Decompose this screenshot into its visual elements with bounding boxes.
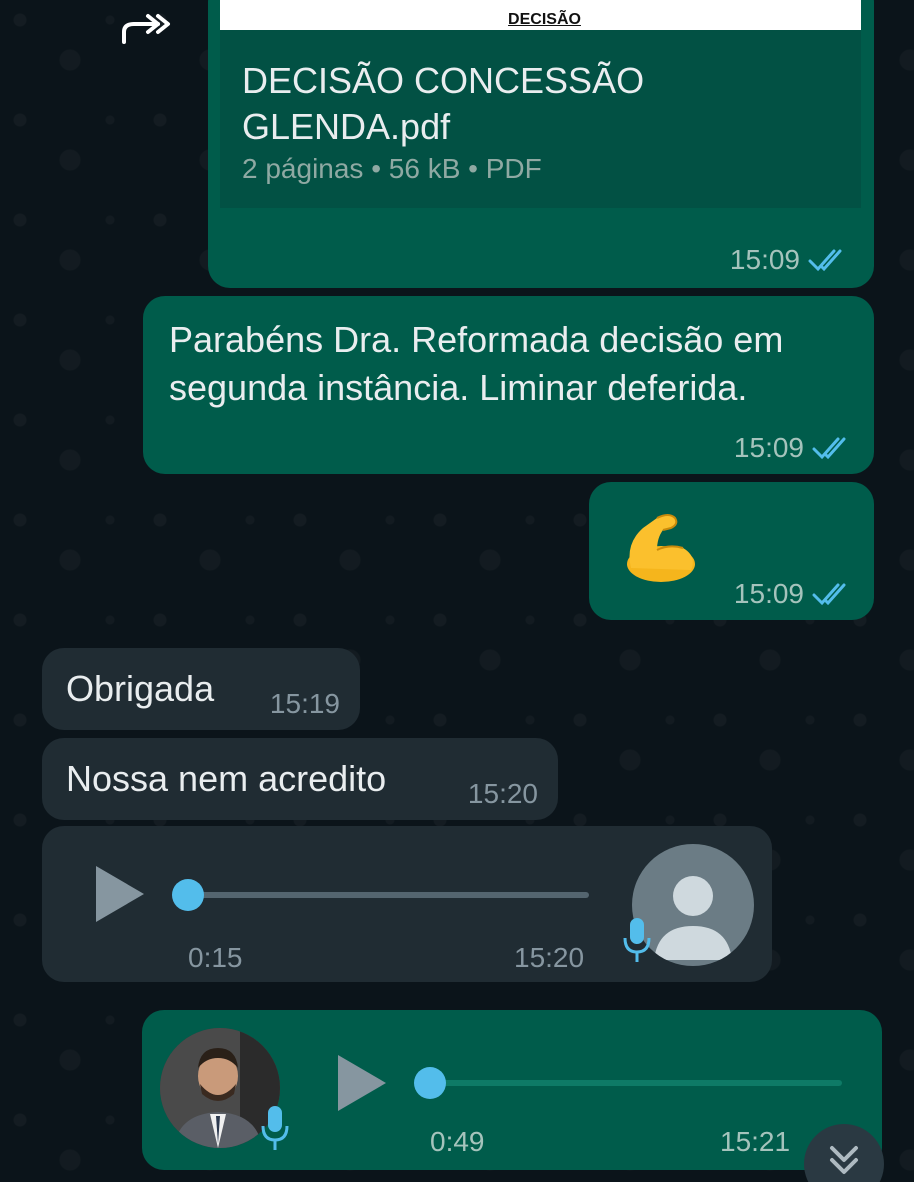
message-time: 15:09 xyxy=(734,578,852,610)
message-time: 15:19 xyxy=(270,688,340,720)
document-preview[interactable]: DECISÃO xyxy=(220,0,861,30)
play-button[interactable] xyxy=(96,866,144,922)
read-ticks-icon xyxy=(812,583,846,606)
audio-duration: 0:49 xyxy=(430,1126,485,1157)
play-button[interactable] xyxy=(338,1055,386,1111)
document-meta: 2 páginas • 56 kB • PDF xyxy=(242,153,542,184)
mic-icon xyxy=(623,918,651,962)
time-label: 15:20 xyxy=(467,778,538,809)
double-chevron-down-icon xyxy=(830,1146,858,1174)
incoming-voice-message[interactable]: 0:15 15:20 xyxy=(42,826,772,982)
document-info[interactable]: DECISÃO CONCESSÃO GLENDA.pdf 2 páginas •… xyxy=(220,30,861,208)
message-text: Obrigada xyxy=(66,668,215,709)
time-label: 15:19 xyxy=(269,688,340,719)
audio-progress-track[interactable] xyxy=(187,892,589,898)
read-ticks-icon xyxy=(808,249,842,272)
message-time: 15:20 xyxy=(514,942,584,974)
audio-progress-knob[interactable] xyxy=(414,1067,446,1099)
time-label: 15:20 xyxy=(514,942,585,973)
mic-icon xyxy=(261,1106,289,1150)
document-message[interactable]: DECISÃO DECISÃO CONCESSÃO GLENDA.pdf 2 p… xyxy=(208,0,874,288)
time-label: 15:09 xyxy=(733,578,804,609)
incoming-message[interactable]: Nossa nem acredito 15:20 xyxy=(42,738,558,820)
scroll-to-bottom-button[interactable] xyxy=(804,1124,884,1182)
read-ticks-icon xyxy=(812,437,846,460)
audio-duration: 0:15 xyxy=(188,942,243,973)
audio-progress-track[interactable] xyxy=(430,1080,842,1086)
message-text: Nossa nem acredito xyxy=(66,758,387,799)
document-preview-title: DECISÃO xyxy=(508,11,581,28)
time-label: 15:09 xyxy=(729,244,800,275)
message-time: 15:09 xyxy=(730,244,848,276)
audio-progress-knob[interactable] xyxy=(172,879,204,911)
message-text: Parabéns Dra. Reformada decisão em segun… xyxy=(169,319,784,408)
time-label: 15:09 xyxy=(733,432,804,463)
message-time: 15:21 xyxy=(720,1126,790,1158)
time-label: 15:21 xyxy=(720,1126,791,1157)
forward-icon[interactable] xyxy=(118,10,174,46)
flexed-biceps-icon xyxy=(627,514,695,582)
message-time: 15:20 xyxy=(468,778,538,810)
incoming-message[interactable]: Obrigada 15:19 xyxy=(42,648,360,730)
outgoing-voice-message[interactable]: 0:49 15:21 xyxy=(142,1010,882,1170)
text-message[interactable]: Parabéns Dra. Reformada decisão em segun… xyxy=(143,296,874,474)
message-time: 15:09 xyxy=(734,432,852,464)
emoji-message[interactable]: 15:09 xyxy=(589,482,874,620)
document-file-name: DECISÃO CONCESSÃO GLENDA.pdf xyxy=(242,60,645,147)
